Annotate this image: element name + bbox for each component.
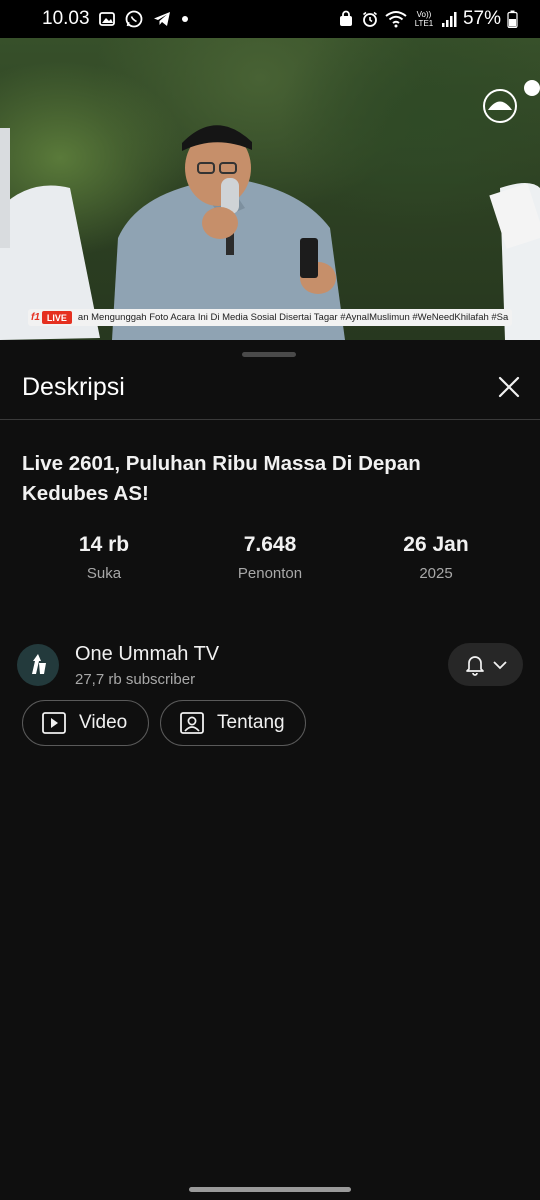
drag-handle[interactable] [242, 352, 296, 357]
stat-viewers-value: 7.648 [243, 533, 297, 556]
stat-date-value: 26 Jan [403, 533, 469, 556]
more-notifications-dot-icon [180, 14, 190, 24]
video-scene-illustration [0, 80, 540, 340]
alarm-icon [361, 10, 379, 28]
stat-date: 26 Jan 2025 [356, 533, 516, 582]
battery-percent: 57% [462, 8, 501, 29]
home-indicator[interactable] [189, 1187, 351, 1192]
channel-avatar[interactable] [17, 644, 59, 686]
network-label: Vo)) LTE1 [414, 10, 434, 28]
chevron-down-icon [492, 660, 507, 669]
stat-viewers-label: Penonton [237, 565, 303, 582]
status-time: 10.03 [42, 8, 90, 29]
panel-title: Deskripsi [22, 373, 125, 401]
notification-bell-button[interactable] [448, 643, 523, 686]
whatsapp-icon [124, 9, 144, 29]
image-notification-icon [98, 10, 116, 28]
ticker-text: an Mengunggah Foto Acara Ini Di Media So… [77, 312, 509, 323]
close-button[interactable] [492, 370, 526, 404]
videos-chip-label: Video [79, 712, 128, 733]
play-video-icon [42, 712, 66, 734]
description-panel: Deskripsi Live 2601, Puluhan Ribu Massa … [0, 340, 540, 1200]
stat-viewers: 7.648 Penonton [190, 533, 350, 582]
stat-date-year: 2025 [419, 565, 453, 582]
telegram-icon [152, 9, 172, 29]
about-chip-label: Tentang [217, 712, 285, 733]
channel-logo-icon [32, 654, 46, 674]
bell-icon [465, 655, 484, 676]
secure-folder-icon [337, 10, 355, 28]
videos-chip[interactable]: Video [22, 700, 149, 746]
about-chip[interactable]: Tentang [160, 700, 306, 746]
stat-likes: 14 rb Suka [24, 533, 184, 582]
stat-likes-label: Suka [86, 565, 122, 582]
wifi-icon [385, 10, 407, 28]
signal-icon [441, 10, 457, 28]
news-ticker: f1 LIVE an Mengunggah Foto Acara Ini Di … [28, 309, 512, 326]
live-badge: f1 LIVE [28, 311, 72, 324]
video-title: Live 2601, Puluhan Ribu Massa Di Depan K… [22, 452, 421, 505]
channel-name[interactable]: One Ummah TV [75, 643, 219, 666]
panel-divider [0, 419, 540, 420]
close-icon [498, 376, 520, 398]
status-bar: 10.03 Vo)) LTE1 57% [0, 0, 540, 38]
channel-subscribers: 27,7 rb subscriber [75, 671, 196, 688]
stat-likes-value: 14 rb [78, 533, 130, 556]
person-card-icon [180, 712, 204, 734]
video-player[interactable]: f1 LIVE an Mengunggah Foto Acara Ini Di … [0, 38, 540, 340]
live-badge-label: LIVE [41, 311, 72, 324]
battery-icon [507, 10, 518, 28]
